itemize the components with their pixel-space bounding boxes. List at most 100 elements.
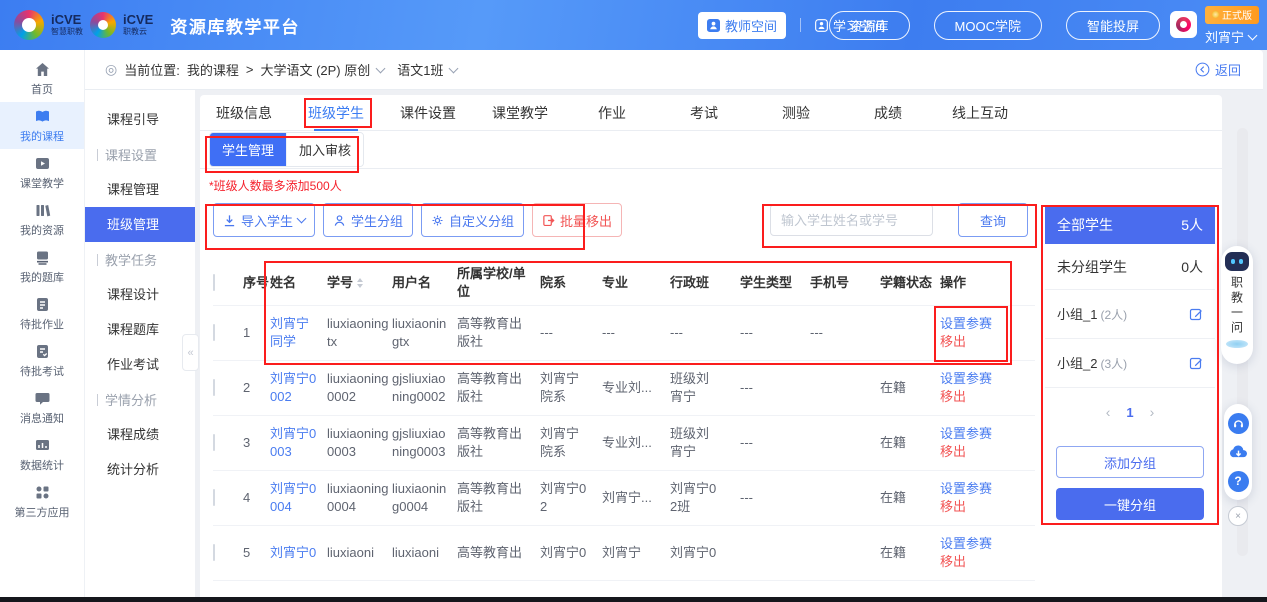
col-major: 专业 [602, 274, 670, 292]
customer-service-icon[interactable] [1228, 413, 1249, 434]
tab[interactable]: 线上互动 [952, 95, 1008, 131]
tab[interactable]: 班级信息 [216, 95, 272, 131]
course-menu-item[interactable]: 课程题库 [85, 312, 195, 347]
row-checkbox[interactable] [213, 324, 215, 341]
sidebar-item-statistics[interactable]: 数据统计 [0, 431, 84, 478]
tab[interactable]: 课件设置 [400, 95, 456, 131]
student-search-input[interactable] [770, 204, 933, 236]
sidebar-item-pending-exams[interactable]: 待批考试 [0, 337, 84, 384]
edit-group-icon[interactable] [1189, 307, 1203, 321]
query-button[interactable]: 查询 [958, 203, 1028, 237]
doc-remove-icon [542, 214, 555, 227]
remove-student-link[interactable]: 移出 [940, 498, 1002, 516]
group-row[interactable]: 小组_1(2人) [1045, 290, 1215, 339]
remove-student-link[interactable]: 移出 [940, 553, 1002, 571]
tab[interactable]: 考试 [676, 95, 732, 131]
page-number[interactable]: 1 [1126, 405, 1133, 420]
custom-grouping-button[interactable]: 自定义分组 [421, 203, 524, 237]
student-grouping-button[interactable]: 学生分组 [323, 203, 413, 237]
all-students-row[interactable]: 全部学生 5人 [1045, 206, 1215, 244]
tab[interactable]: 成绩 [860, 95, 916, 131]
table-body: 1 刘宵宁同学 liuxiaoningtx liuxiaoningtx 高等教育… [213, 306, 1035, 581]
auto-group-button[interactable]: 一键分组 [1056, 488, 1204, 520]
sidebar-item-my-resources[interactable]: 我的资源 [0, 196, 84, 243]
course-menu-item[interactable]: 教学任务 [85, 242, 195, 277]
set-contest-link[interactable]: 设置参赛 [940, 425, 1002, 443]
user-menu[interactable]: 刘宵宁 [1205, 27, 1256, 46]
row-checkbox[interactable] [213, 544, 215, 561]
breadcrumb-item-class[interactable]: 语文1班 [397, 60, 443, 79]
wave-decoration [1226, 340, 1248, 348]
help-icon[interactable]: ? [1228, 471, 1249, 492]
tab[interactable]: 班级学生 [308, 95, 364, 131]
subtab-student-management[interactable]: 学生管理 [210, 133, 286, 166]
row-checkbox[interactable] [213, 434, 215, 451]
set-contest-link[interactable]: 设置参赛 [940, 535, 1002, 553]
close-floating-icon[interactable]: × [1228, 506, 1248, 526]
chevron-down-icon[interactable] [376, 63, 386, 73]
row-checkbox[interactable] [213, 379, 215, 396]
subtab-join-audit[interactable]: 加入审核 [286, 133, 363, 166]
sidebar-item-classroom[interactable]: 课堂教学 [0, 149, 84, 196]
header-pill-button[interactable]: MOOC学院 [934, 11, 1042, 40]
assistant-widget[interactable]: 职教一问 [1221, 246, 1253, 364]
set-contest-link[interactable]: 设置参赛 [940, 480, 1002, 498]
course-menu-item[interactable]: 课程设置 [85, 137, 195, 172]
add-group-button[interactable]: 添加分组 [1056, 446, 1204, 478]
chevron-down-icon [1248, 30, 1258, 40]
group-row[interactable]: 小组_2(3人) [1045, 339, 1215, 388]
course-menu-item[interactable]: 课程管理 [85, 172, 195, 207]
tab[interactable]: 测验 [768, 95, 824, 131]
sidebar-collapse-handle[interactable]: « [182, 334, 199, 371]
student-name-link[interactable]: 刘宵宁同学 [270, 315, 327, 351]
teacher-space-button[interactable]: 教师空间 [698, 12, 786, 39]
remove-student-link[interactable]: 移出 [940, 333, 1002, 351]
header-pill-button[interactable]: 智能投屏 [1066, 11, 1160, 40]
set-contest-link[interactable]: 设置参赛 [940, 370, 1002, 388]
cloud-download-icon[interactable] [1228, 442, 1249, 463]
sidebar-item-third-party-apps[interactable]: 第三方应用 [0, 478, 84, 525]
prev-page-icon[interactable]: ‹ [1106, 404, 1111, 420]
student-name-link[interactable]: 刘宵宁0 [270, 544, 327, 562]
ungrouped-students-row[interactable]: 未分组学生 0人 [1045, 244, 1215, 290]
sidebar-item-home[interactable]: 首页 [0, 55, 84, 102]
tab[interactable]: 作业 [584, 95, 640, 131]
import-students-button[interactable]: 导入学生 [213, 203, 315, 237]
sidebar-item-notifications[interactable]: 消息通知 [0, 384, 84, 431]
back-button[interactable]: 返回 [1195, 60, 1241, 79]
header-pill-button[interactable]: 资源库 [829, 11, 910, 40]
row-checkbox[interactable] [213, 489, 215, 506]
remove-student-link[interactable]: 移出 [940, 443, 1002, 461]
student-name-link[interactable]: 刘宵宁0003 [270, 425, 327, 461]
sidebar-item-my-courses[interactable]: 我的课程 [0, 102, 84, 149]
sidebar-item-pending-homework[interactable]: 待批作业 [0, 290, 84, 337]
tab[interactable]: 课堂教学 [492, 95, 548, 131]
cell-major: --- [602, 324, 670, 342]
select-all-checkbox[interactable] [213, 274, 215, 291]
course-menu-item[interactable]: 班级管理 [85, 207, 195, 242]
student-name-link[interactable]: 刘宵宁0004 [270, 480, 327, 516]
groups-pagination: ‹ 1 › [1045, 404, 1215, 420]
course-menu-item[interactable]: 作业考试 [85, 347, 195, 382]
cell-admin-class: 班级刘宵宁 [670, 425, 740, 461]
course-menu-item[interactable]: 课程成绩 [85, 417, 195, 452]
breadcrumb-item-course[interactable]: 大学语文 (2P) 原创 [260, 60, 370, 79]
course-menu-item[interactable]: 统计分析 [85, 452, 195, 487]
batch-remove-button[interactable]: 批量移出 [532, 203, 622, 237]
course-menu-item[interactable]: 学情分析 [85, 382, 195, 417]
table-row: 4 刘宵宁0004 liuxiaoning0004 liuxiaoning000… [213, 471, 1035, 526]
chevron-down-icon[interactable] [449, 63, 459, 73]
next-page-icon[interactable]: › [1150, 404, 1155, 420]
course-menu-item[interactable]: 课程设计 [85, 277, 195, 312]
sort-icon[interactable] [357, 278, 363, 288]
course-menu-item[interactable]: 课程引导 [85, 102, 195, 137]
edit-group-icon[interactable] [1189, 356, 1203, 370]
back-icon [1195, 62, 1210, 77]
breadcrumb-item-courses[interactable]: 我的课程 [187, 60, 239, 79]
sidebar-item-question-bank[interactable]: 我的题库 [0, 243, 84, 290]
app-launcher-icon[interactable] [1170, 11, 1197, 38]
student-name-link[interactable]: 刘宵宁0002 [270, 370, 327, 406]
set-contest-link[interactable]: 设置参赛 [940, 315, 1002, 333]
cell-index: 3 [243, 434, 270, 452]
remove-student-link[interactable]: 移出 [940, 388, 1002, 406]
